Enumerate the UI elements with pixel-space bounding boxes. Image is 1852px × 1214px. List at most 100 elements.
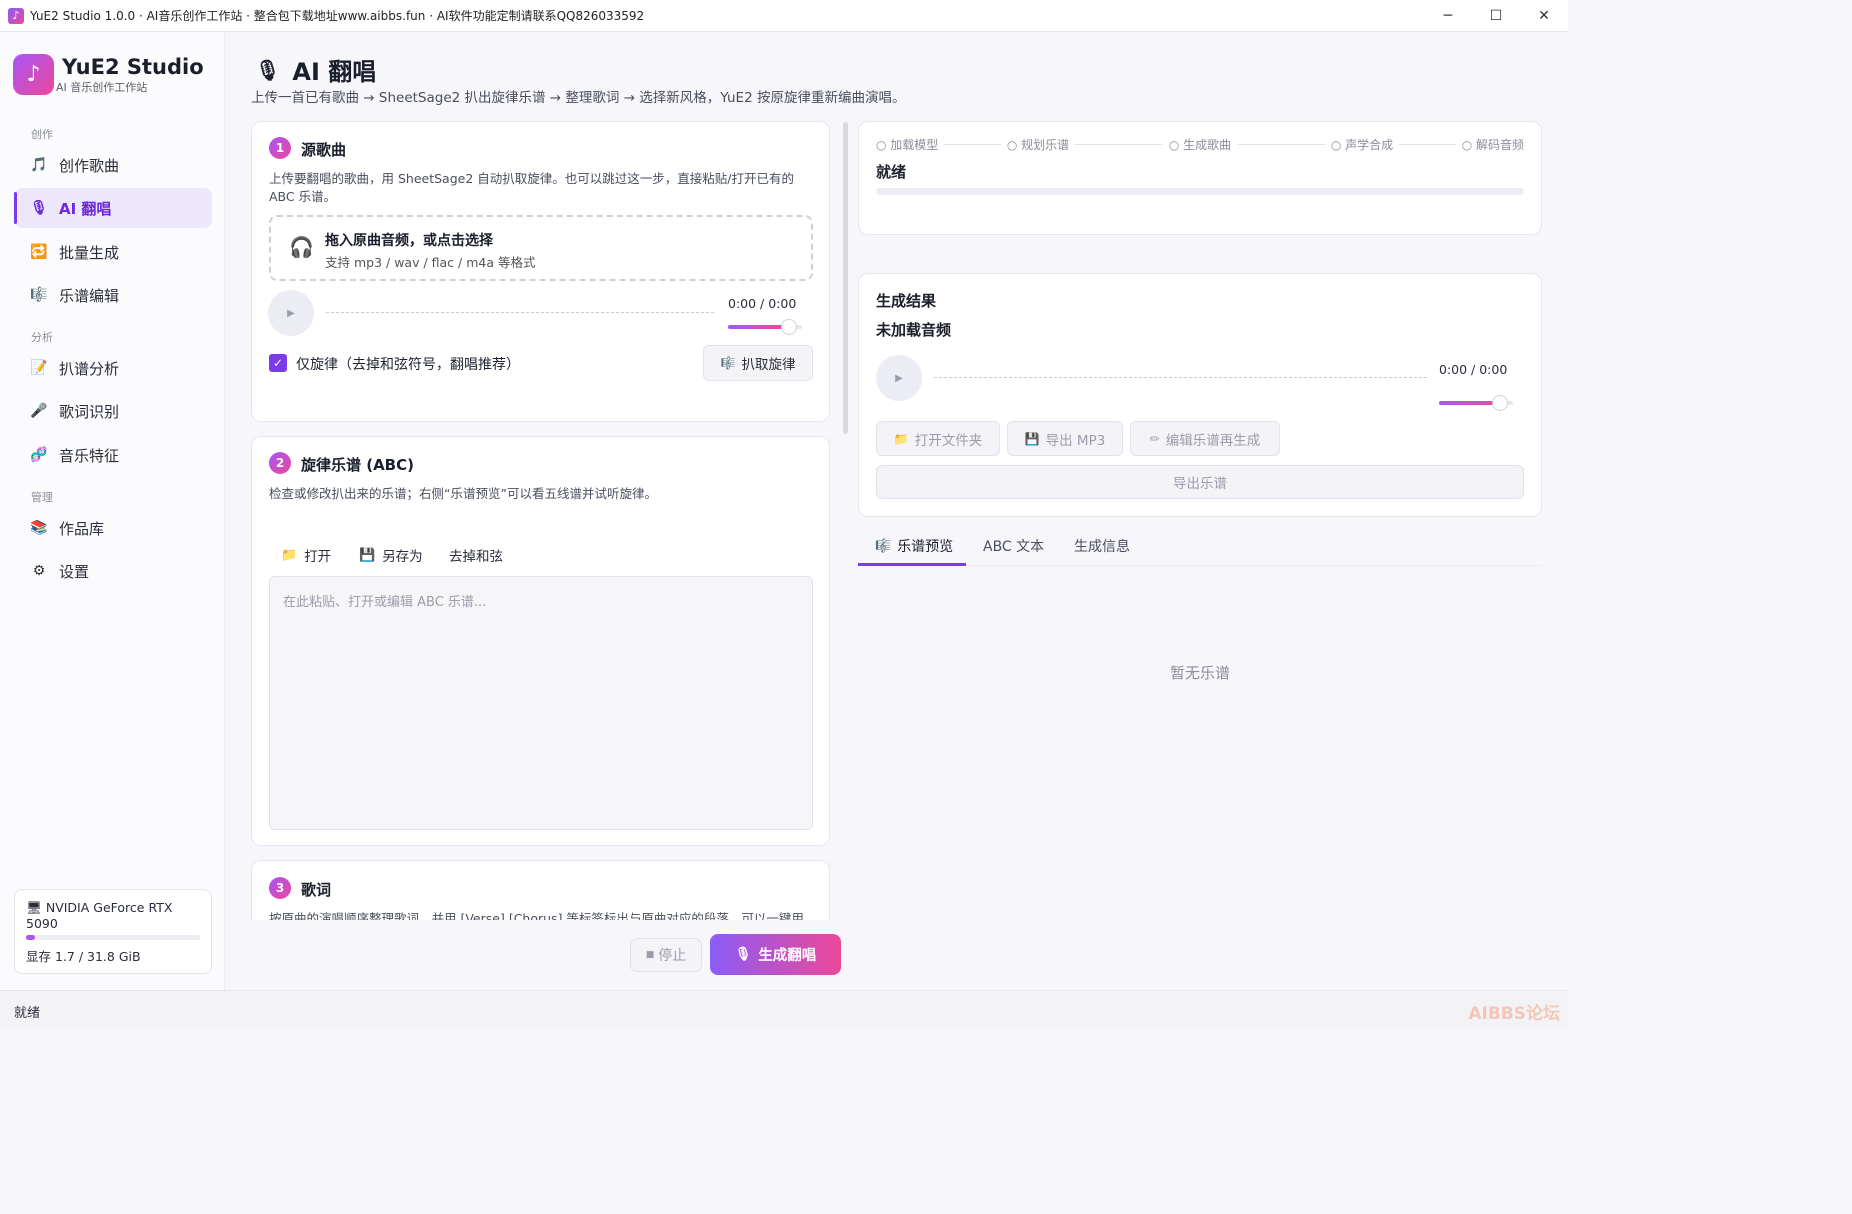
nav-section-analyze: 分析: [31, 331, 53, 344]
result-volume-slider[interactable]: [1439, 395, 1513, 411]
stage-connector: [1237, 144, 1325, 145]
title-bar: ♪ YuE2 Studio 1.0.0 · AI音乐创作工作站 · 整合包下载地…: [0, 0, 1568, 32]
score-preview-panel: 暂无乐谱: [858, 580, 1542, 985]
audio-time: 0:00 / 0:00: [728, 296, 797, 311]
volume-handle[interactable]: [1491, 395, 1508, 411]
generate-cover-button[interactable]: 🎙 生成翻唱: [710, 934, 841, 975]
sidebar-item-create-song[interactable]: 🎵 创作歌曲: [14, 145, 212, 185]
card-description: 检查或修改扒出来的乐谱；右侧“乐谱预览”可以看五线谱并试听旋律。: [269, 486, 657, 501]
gpu-card: 🖥 NVIDIA GeForce RTX 5090 显存 1.7 / 31.8 …: [14, 889, 212, 974]
sidebar-item-label: 乐谱编辑: [59, 286, 120, 305]
sidebar-item-transcribe[interactable]: 📝 扒谱分析: [14, 348, 212, 388]
result-play-button[interactable]: ▶: [876, 355, 922, 401]
card-title: 源歌曲: [301, 141, 347, 159]
score-icon: 🎼: [875, 538, 892, 554]
step-number: 3: [269, 877, 291, 899]
handheld-mic-icon: 🎤: [30, 403, 48, 419]
page-title: 🎙 AI 翻唱: [255, 52, 376, 87]
pencil-icon: ✏: [1149, 431, 1160, 446]
open-folder-button[interactable]: 📁 打开文件夹: [876, 421, 1000, 456]
step-number: 1: [269, 137, 291, 159]
active-tab-indicator: [858, 563, 966, 566]
sidebar-item-ai-cover[interactable]: 🎙 AI 翻唱: [14, 188, 212, 228]
folder-icon: 📁: [281, 547, 298, 563]
progress-card: ○ 加载模型 ○ 规划乐谱 ○ 生成歌曲 ○ 声学合成 ○ 解码音频 就绪: [858, 121, 1542, 235]
strip-chords-button[interactable]: 去掉和弦: [449, 545, 503, 565]
edit-score-regenerate-button[interactable]: ✏ 编辑乐谱再生成: [1130, 421, 1280, 456]
source-song-card: 1 源歌曲 上传要翻唱的歌曲，用 SheetSage2 自动扒取旋律。也可以跳过…: [251, 121, 830, 422]
sidebar-item-lyrics-recognition[interactable]: 🎤 歌词识别: [14, 391, 212, 431]
memo-icon: 📝: [30, 360, 48, 376]
brand-name: YuE2 Studio: [62, 55, 204, 79]
card-description: 按原曲的演唱顺序整理歌词，并用 [Verse] [Chorus] 等标签标出与原…: [269, 911, 804, 920]
floppy-disk-icon: 💾: [1024, 431, 1040, 446]
melody-only-label: 仅旋律（去掉和弦符号，翻唱推荐）: [296, 357, 520, 373]
nav-section-create: 创作: [31, 128, 53, 141]
repeat-icon: 🔁: [30, 244, 48, 260]
extract-melody-button[interactable]: 🎼 扒取旋律: [703, 345, 813, 381]
sidebar-item-label: 批量生成: [59, 243, 120, 262]
watermark-logo: AIBBS论坛: [1468, 1004, 1560, 1024]
lyrics-card-viewport: 3 歌词 按原曲的演唱顺序整理歌词，并用 [Verse] [Chorus] 等标…: [251, 860, 831, 920]
page-description: 上传一首已有歌曲 → SheetSage2 扒出旋律乐谱 → 整理歌词 → 选择…: [251, 90, 906, 106]
stage-label: ○ 加载模型: [876, 138, 939, 152]
export-mp3-button[interactable]: 💾 导出 MP3: [1007, 421, 1123, 456]
gpu-name: 🖥 NVIDIA GeForce RTX 5090: [26, 900, 173, 931]
sidebar-item-batch[interactable]: 🔁 批量生成: [14, 232, 212, 272]
melody-only-checkbox[interactable]: ✓: [269, 354, 287, 372]
scrollbar[interactable]: [843, 122, 848, 434]
abc-editor[interactable]: 在此粘贴、打开或编辑 ABC 乐谱...: [269, 576, 813, 830]
result-audio-time: 0:00 / 0:00: [1439, 362, 1508, 377]
sidebar-item-label: 扒谱分析: [59, 359, 120, 378]
lyrics-card: 3 歌词 按原曲的演唱顺序整理歌词，并用 [Verse] [Chorus] 等标…: [251, 860, 830, 920]
microphone-icon: 🎙: [255, 57, 281, 82]
stage-connector: [1075, 144, 1163, 145]
microphone-icon: 🎙: [30, 200, 48, 216]
sidebar-item-library[interactable]: 📚 作品库: [14, 508, 212, 548]
tab-score-preview[interactable]: 🎼 乐谱预览: [875, 536, 953, 556]
music-note-icon: 🎵: [30, 157, 48, 173]
audio-status: 未加载音频: [876, 321, 952, 339]
score-icon: 🎼: [30, 287, 48, 303]
sidebar-item-label: AI 翻唱: [59, 199, 112, 218]
abc-editor-placeholder: 在此粘贴、打开或编辑 ABC 乐谱...: [283, 595, 487, 610]
gpu-memory-bar: [26, 935, 200, 940]
gpu-memory-fill: [26, 935, 35, 940]
export-score-button[interactable]: 导出乐谱: [876, 465, 1524, 499]
maximize-button[interactable]: ☐: [1472, 0, 1520, 32]
gpu-memory-text: 显存 1.7 / 31.8 GiB: [26, 949, 141, 964]
minimize-button[interactable]: ─: [1424, 0, 1472, 32]
result-title: 生成结果: [876, 292, 937, 310]
stage-label: ○ 生成歌曲: [1168, 138, 1232, 152]
sidebar-item-label: 音乐特征: [59, 446, 120, 465]
sidebar-item-settings[interactable]: ⚙ 设置: [14, 551, 212, 591]
stop-button[interactable]: ■ 停止: [630, 938, 702, 972]
step-number: 2: [269, 452, 291, 474]
tab-abc-text[interactable]: ABC 文本: [983, 536, 1044, 556]
stage-list: ○ 加载模型 ○ 规划乐谱 ○ 生成歌曲 ○ 声学合成 ○ 解码音频: [876, 136, 1524, 152]
score-icon: 🎼: [720, 356, 736, 370]
volume-handle[interactable]: [780, 319, 797, 335]
audio-dropzone[interactable]: 🎧 拖入原曲音频，或点击选择 支持 mp3 / wav / flac / m4a…: [269, 215, 813, 281]
save-as-button[interactable]: 💾 另存为: [359, 545, 423, 566]
stage-label: ○ 解码音频: [1461, 138, 1524, 152]
stage-connector: [944, 144, 1001, 145]
close-button[interactable]: ✕: [1520, 0, 1568, 32]
result-audio-track[interactable]: [934, 377, 1427, 378]
card-description: 上传要翻唱的歌曲，用 SheetSage2 自动扒取旋律。也可以跳过这一步，直接…: [269, 171, 794, 204]
volume-slider[interactable]: [728, 319, 802, 335]
stage-label: ○ 声学合成: [1330, 138, 1394, 152]
card-title: 旋律乐谱 (ABC): [301, 456, 414, 474]
sidebar-item-music-features[interactable]: 🧬 音乐特征: [14, 435, 212, 475]
floppy-disk-icon: 💾: [359, 547, 376, 563]
sidebar-item-label: 作品库: [59, 519, 105, 538]
audio-track[interactable]: [326, 312, 714, 313]
brand-subtitle: AI 音乐创作工作站: [56, 81, 148, 94]
play-button[interactable]: ▶: [268, 290, 314, 336]
sidebar-item-label: 创作歌曲: [59, 156, 120, 175]
sidebar-item-label: 歌词识别: [59, 402, 120, 421]
sidebar-item-score-edit[interactable]: 🎼 乐谱编辑: [14, 275, 212, 315]
open-file-button[interactable]: 📁 打开: [281, 545, 331, 566]
tab-generation-info[interactable]: 生成信息: [1074, 536, 1130, 556]
app-icon: ♪: [8, 7, 24, 24]
